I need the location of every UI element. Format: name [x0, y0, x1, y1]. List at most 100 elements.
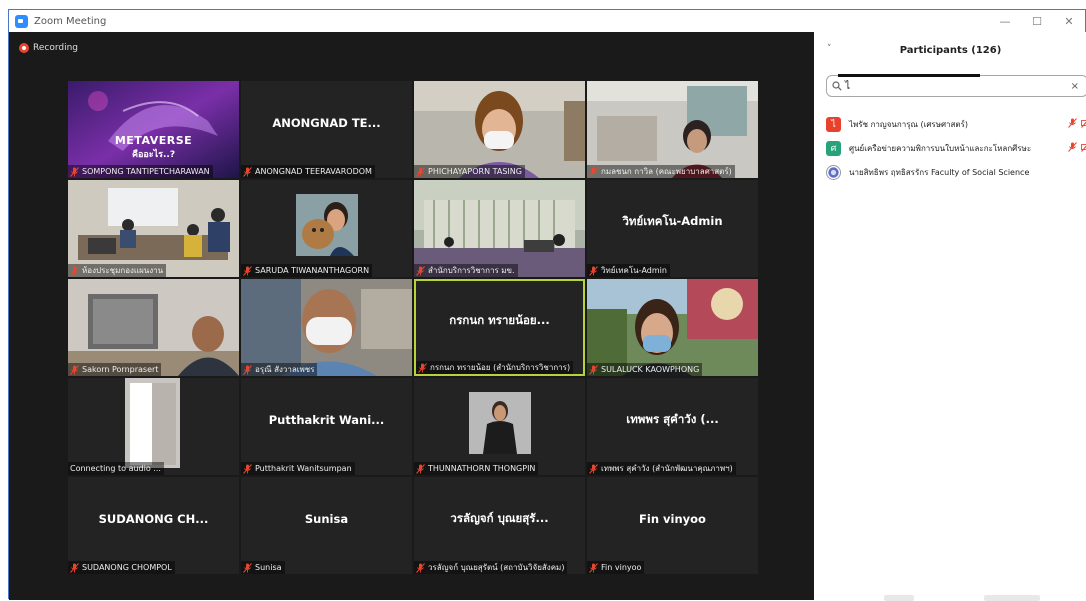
video-tile[interactable]: เทพพร สุคำวัง (...เทพพร สุคำวัง (สำนักพั… [587, 378, 758, 475]
maximize-button[interactable]: ☐ [1021, 10, 1053, 32]
zoom-window: Zoom Meeting — ☐ ✕ Recording METAVERSEคื… [8, 9, 1086, 599]
video-feed [241, 279, 412, 376]
participant-name-label: วิทย์เทคโน-Admin [587, 264, 670, 277]
video-tile[interactable]: Connecting to audio ... [68, 378, 239, 475]
participant-name-label: กรกนก ทรายน้อย (สำนักบริการวิชาการ) [416, 361, 573, 374]
video-tile[interactable]: สำนักบริการวิชาการ มข. [414, 180, 585, 277]
participant-row[interactable]: ไ ไพรัช กาญจนการุณ (เศรษศาสตร์) [826, 112, 1086, 136]
video-tile[interactable]: SULALUCK KAOWPHONG [587, 279, 758, 376]
avatar: ไ [826, 117, 841, 132]
participant-name-label: กมลชนก กาวิล (คณะพยาบาลศาสตร์) [587, 165, 735, 178]
video-tile[interactable]: ห้องประชุมกองแผนงาน [68, 180, 239, 277]
participant-display-name: กรกนก ทรายน้อย... [416, 281, 583, 360]
panel-footer-button[interactable] [984, 595, 1040, 601]
search-value: ไ [845, 79, 1071, 94]
window-title: Zoom Meeting [34, 16, 106, 27]
participant-display-name: ANONGNAD TE... [241, 81, 412, 164]
participant-row[interactable]: นายสิทธิพร ฤทธิสรรักร Faculty of Social … [826, 160, 1086, 184]
mic-muted-icon [589, 266, 598, 276]
video-tile[interactable]: กมลชนก กาวิล (คณะพยาบาลศาสตร์) [587, 81, 758, 178]
participant-display-name: Putthakrit Wani... [241, 378, 412, 461]
mic-muted-icon [416, 563, 425, 573]
participant-display-name: วรลัญจก์ บุณยสุรั... [414, 477, 585, 560]
participant-name-label: ห้องประชุมกองแผนงาน [68, 264, 166, 277]
participant-name-text: Fin vinyoo [601, 563, 641, 572]
video-feed [414, 180, 585, 277]
video-off-icon[interactable] [1081, 118, 1086, 128]
video-tile[interactable]: SUDANONG CH...SUDANONG CHOMPOL [68, 477, 239, 574]
participant-name-text: SULALUCK KAOWPHONG [601, 365, 699, 374]
participant-name-text: กมลชนก กาวิล (คณะพยาบาลศาสตร์) [601, 165, 732, 178]
mic-muted-icon[interactable] [1068, 142, 1077, 152]
participant-status-icons [1068, 118, 1086, 128]
minimize-button[interactable]: — [989, 10, 1021, 32]
video-tile[interactable]: Fin vinyoo Fin vinyoo [587, 477, 758, 574]
participant-row-name: ศูนย์เครือข่ายความพิการบนใบหน้าและกะโหลก… [849, 142, 1031, 155]
title-bar: Zoom Meeting — ☐ ✕ [9, 10, 1085, 32]
search-icon [832, 81, 842, 91]
participant-display-name: Fin vinyoo [587, 477, 758, 560]
video-tile[interactable]: Putthakrit Wani... Putthakrit Wanitsumpan [241, 378, 412, 475]
participant-name-text: THUNNATHORN THONGPIN [428, 464, 535, 473]
mic-muted-icon [243, 266, 252, 276]
participant-name-label: THUNNATHORN THONGPIN [414, 462, 538, 475]
close-button[interactable]: ✕ [1053, 10, 1085, 32]
video-tile[interactable]: วรลัญจก์ บุณยสุรั...วรลัญจก์ บุณยสุรัตน์… [414, 477, 585, 574]
participant-row[interactable]: ศศูนย์เครือข่ายความพิการบนใบหน้าและกะโหล… [826, 136, 1086, 160]
participant-name-text: Sakorn Pornprasert [82, 365, 158, 374]
participant-name-text: ANONGNAD TEERAVARODOM [255, 167, 372, 176]
video-off-icon[interactable] [1081, 142, 1086, 152]
participant-display-name: วิทย์เทคโน-Admin [587, 180, 758, 263]
avatar [826, 165, 841, 180]
mic-muted-icon [589, 464, 598, 474]
participant-search-input[interactable]: ไ × [826, 75, 1086, 97]
mic-muted-icon [589, 563, 598, 573]
video-feed [68, 378, 239, 475]
participant-name-text: Putthakrit Wanitsumpan [255, 464, 352, 473]
chevron-down-icon[interactable]: ˅ [827, 44, 832, 54]
mic-muted-icon [243, 464, 252, 474]
participant-name-label: เทพพร สุคำวัง (สำนักพัฒนาคุณภาพฯ) [587, 462, 736, 475]
participant-name-text: วรลัญจก์ บุณยสุรัตน์ (สถาบันวิจัยสังคม) [428, 561, 564, 574]
participant-name-text: เทพพร สุคำวัง (สำนักพัฒนาคุณภาพฯ) [601, 462, 733, 475]
video-tile[interactable]: SunisaSunisa [241, 477, 412, 574]
slide-subtitle: คืออะไร..? [68, 147, 239, 161]
participant-row-name: ไพรัช กาญจนการุณ (เศรษศาสตร์) [849, 118, 968, 131]
participant-name-label: SULALUCK KAOWPHONG [587, 363, 702, 376]
participants-panel: ˅ Participants (126) ไ × ไไพรัช กาญจนการ… [814, 32, 1086, 600]
video-tile[interactable]: ANONGNAD TE... ANONGNAD TEERAVARODOM [241, 81, 412, 178]
participant-display-name: Sunisa [241, 477, 412, 560]
clear-search-icon[interactable]: × [1071, 81, 1079, 92]
mic-muted-icon [418, 363, 427, 373]
participant-name-text: SUDANONG CHOMPOL [82, 563, 172, 572]
video-tile[interactable]: Sakorn Pornprasert [68, 279, 239, 376]
mic-muted-icon [243, 167, 252, 177]
participants-title: Participants (126) [900, 45, 1002, 56]
panel-footer-button[interactable] [884, 595, 914, 601]
mic-muted-icon [70, 563, 79, 573]
participant-name-text: SARUDA TIWANANTHAGORN [255, 266, 369, 275]
video-tile[interactable]: PHICHAYAPORN TASING [414, 81, 585, 178]
participant-name-text: วิทย์เทคโน-Admin [601, 264, 667, 277]
mic-muted-icon[interactable] [1068, 118, 1077, 128]
video-tile[interactable]: กรกนก ทรายน้อย...กรกนก ทรายน้อย (สำนักบร… [414, 279, 585, 376]
mic-muted-icon [416, 266, 425, 276]
mic-muted-icon [589, 365, 598, 375]
video-tile[interactable]: METAVERSEคืออะไร..?SOMPONG TANTIPETCHARA… [68, 81, 239, 178]
participant-name-label: SARUDA TIWANANTHAGORN [241, 264, 372, 277]
video-tile[interactable]: THUNNATHORN THONGPIN [414, 378, 585, 475]
video-tile[interactable]: อรุณี สังวาลเพชร [241, 279, 412, 376]
participant-name-text: กรกนก ทรายน้อย (สำนักบริการวิชาการ) [430, 361, 570, 374]
mic-muted-icon [589, 167, 598, 177]
participant-name-label: Fin vinyoo [587, 561, 644, 574]
recording-indicator[interactable]: Recording [19, 43, 78, 53]
annotation-underline [838, 74, 980, 77]
recording-label: Recording [33, 43, 78, 53]
video-tile[interactable]: วิทย์เทคโน-Adminวิทย์เทคโน-Admin [587, 180, 758, 277]
video-tile[interactable]: SARUDA TIWANANTHAGORN [241, 180, 412, 277]
participant-name-label: Putthakrit Wanitsumpan [241, 462, 355, 475]
participant-name-label: Sunisa [241, 561, 285, 574]
video-feed [68, 81, 239, 178]
video-feed [587, 279, 758, 376]
video-feed [68, 180, 239, 277]
